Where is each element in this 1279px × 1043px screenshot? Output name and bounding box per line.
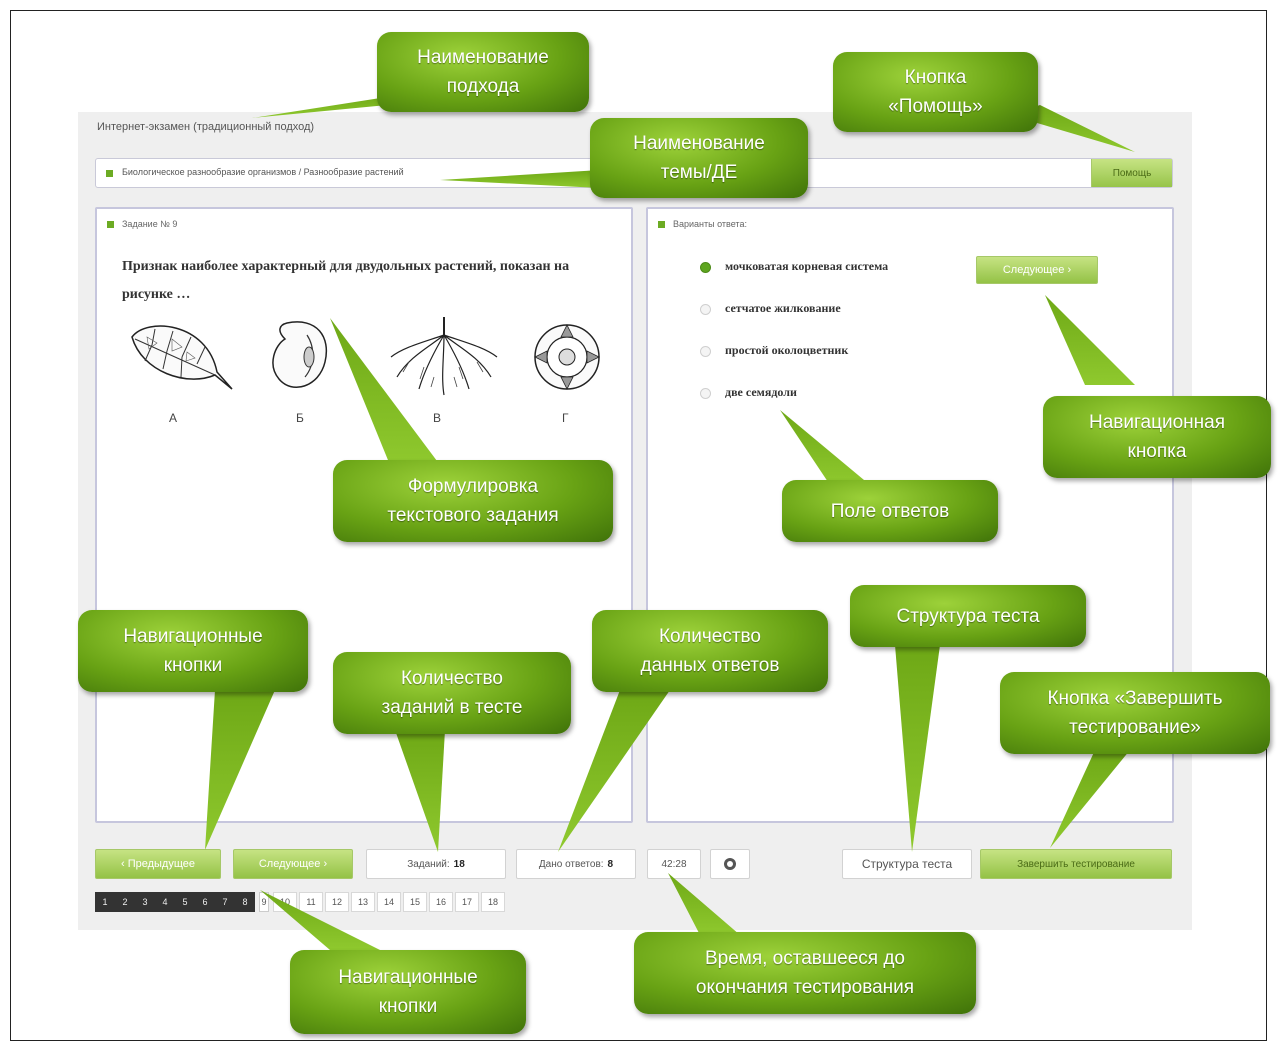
pager-item-current[interactable]: 9 [259, 892, 269, 912]
answer-option-label: сетчатое жилкование [725, 301, 841, 315]
figure-label-g: Г [562, 411, 569, 425]
pager-item[interactable]: 4 [155, 892, 175, 912]
callout-answer-field: Поле ответов [782, 480, 998, 542]
pager-item[interactable]: 17 [455, 892, 479, 912]
answers-header-label: Варианты ответа: [673, 219, 747, 229]
answer-next-button[interactable]: Следующее › [976, 256, 1098, 284]
bullet-icon [106, 170, 113, 177]
topic-title: Биологическое разнообразие организмов / … [122, 167, 404, 177]
tasks-count: Заданий: 18 [366, 849, 506, 879]
answer-next-label: Следующее [1002, 264, 1065, 276]
answers-header: Варианты ответа: [658, 219, 747, 229]
next-button[interactable]: Следующее › [233, 849, 353, 879]
answer-option-label: мочковатая корневая система [725, 259, 889, 273]
pager-item[interactable]: 13 [351, 892, 375, 912]
pager-item[interactable]: 7 [215, 892, 235, 912]
finish-test-button[interactable]: Завершить тестирование [980, 849, 1172, 879]
answer-option[interactable]: две семядоли [700, 385, 797, 400]
answer-option[interactable]: сетчатое жилкование [700, 301, 841, 316]
pager-item[interactable]: 15 [403, 892, 427, 912]
pager-item[interactable]: 11 [299, 892, 323, 912]
flower-diagram-figure-icon [534, 324, 600, 390]
answered-count: Дано ответов: 8 [516, 849, 636, 879]
pager-item[interactable]: 10 [273, 892, 297, 912]
pager-item[interactable]: 2 [115, 892, 135, 912]
answer-option[interactable]: мочковатая корневая система [700, 259, 888, 274]
callout-nav-buttons: Навигационные кнопки [78, 610, 308, 692]
pager-item[interactable]: 5 [175, 892, 195, 912]
leaf-figure-icon [131, 325, 233, 390]
bullet-icon [658, 221, 665, 229]
figure-label-b: Б [296, 411, 304, 425]
pager-item[interactable]: 12 [325, 892, 349, 912]
chevron-left-icon: ‹ [120, 858, 125, 870]
callout-finish: Кнопка «Завершить тестирование» [1000, 672, 1270, 754]
chevron-right-icon: › [323, 858, 328, 870]
pager-item[interactable]: 16 [429, 892, 453, 912]
task-header: Задание № 9 [107, 219, 177, 229]
prev-button[interactable]: ‹ Предыдущее [95, 849, 221, 879]
callout-structure: Структура теста [850, 585, 1086, 647]
callout-time-left: Время, оставшееся до окончания тестирова… [634, 932, 976, 1014]
question-pager: 1 2 3 4 5 6 7 8 9 10 11 12 13 14 15 16 1… [95, 892, 507, 912]
answer-option[interactable]: простой околоцветник [700, 343, 848, 358]
answered-count-label: Дано ответов: [538, 858, 604, 870]
pager-item[interactable]: 1 [95, 892, 115, 912]
radio-icon[interactable] [700, 303, 711, 315]
figure-label-v: В [433, 411, 442, 425]
tasks-count-label: Заданий: [407, 858, 450, 870]
callout-nav-button: Навигационная кнопка [1043, 396, 1271, 478]
answer-option-label: простой околоцветник [725, 343, 849, 357]
task-number: Задание № 9 [122, 219, 178, 229]
figure-label-a: А [169, 411, 178, 425]
chevron-right-icon: › [1067, 264, 1072, 276]
fibrous-root-figure-icon [390, 317, 498, 396]
task-text: Признак наиболее характерный для двудоль… [122, 259, 570, 302]
callout-answer-count: Количество данных ответов [592, 610, 828, 692]
timer: 42:28 [647, 849, 701, 879]
radio-selected-icon[interactable] [700, 261, 711, 273]
callout-task-text: Формулировка текстового задания [333, 460, 613, 542]
pause-button[interactable] [710, 849, 750, 879]
callout-pager-nav: Навигационные кнопки [290, 950, 526, 1034]
pager-item[interactable]: 14 [377, 892, 401, 912]
next-label: Следующее [258, 858, 321, 870]
callout-help: Кнопка «Помощь» [833, 52, 1038, 132]
seed-figure-icon [272, 321, 328, 389]
callout-approach: Наименование подхода [377, 32, 589, 112]
pager-item[interactable]: 6 [195, 892, 215, 912]
callout-task-count: Количество заданий в тесте [333, 652, 571, 734]
tasks-count-value: 18 [453, 858, 465, 870]
radio-icon[interactable] [700, 345, 711, 357]
callout-topic: Наименование темы/ДЕ [590, 118, 808, 198]
clock-icon [724, 858, 736, 870]
test-structure-button[interactable]: Структура теста [842, 849, 972, 879]
radio-icon[interactable] [700, 387, 711, 399]
help-button[interactable]: Помощь [1091, 159, 1172, 187]
prev-label: Предыдущее [127, 858, 196, 870]
pager-item[interactable]: 18 [481, 892, 505, 912]
answered-count-value: 8 [607, 858, 614, 870]
pager-item[interactable]: 8 [235, 892, 255, 912]
bullet-icon [107, 221, 114, 229]
answer-option-label: две семядоли [725, 385, 797, 399]
approach-title: Интернет-экзамен (традиционный подход) [97, 121, 315, 133]
pager-item[interactable]: 3 [135, 892, 155, 912]
